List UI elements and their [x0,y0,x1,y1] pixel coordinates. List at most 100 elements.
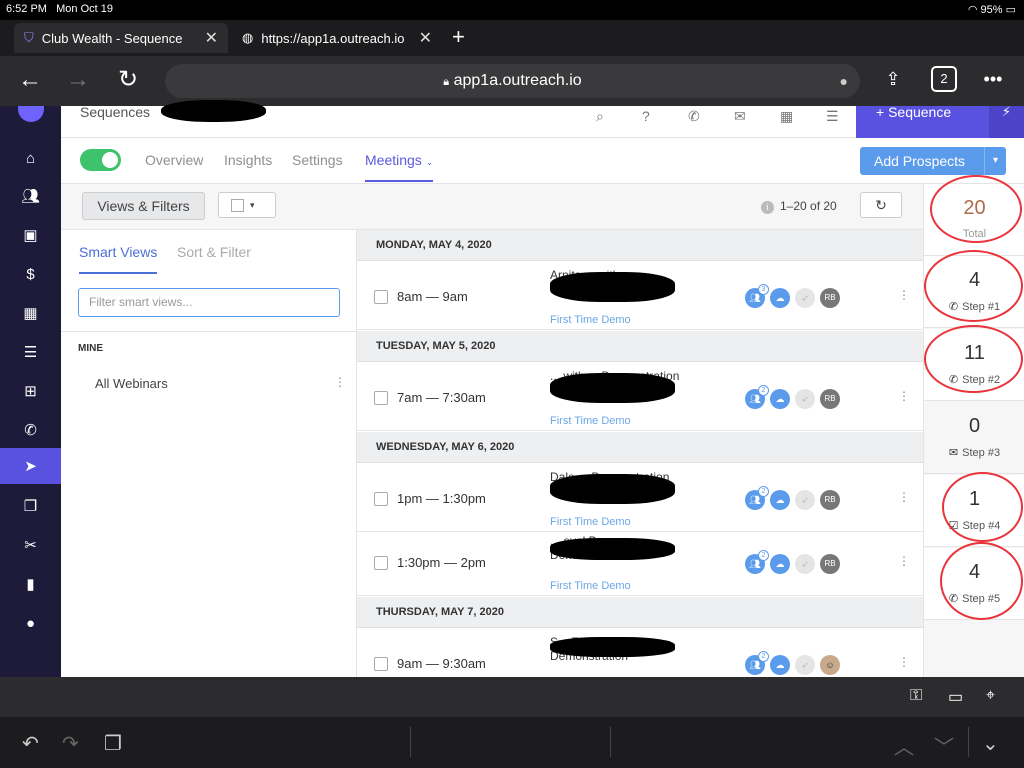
more-vertical-icon[interactable]: ⋮ [898,490,910,504]
phone-icon[interactable]: ✆ [688,108,700,125]
close-icon[interactable]: ✕ [205,28,218,48]
new-tab-button[interactable]: + [452,24,465,50]
meeting-type[interactable]: First Time Demo [550,580,631,592]
tasks-icon[interactable]: ☰ [826,108,839,125]
bolt-icon[interactable]: ⚡︎ [989,105,1024,138]
tab-settings[interactable]: Settings [292,152,343,168]
add-prospects-button[interactable]: Add Prospects ▾ [860,147,1006,175]
row-checkbox[interactable] [374,290,388,304]
select-all-checkbox[interactable] [231,199,244,213]
address-bar[interactable]: 🔒︎ app1a.outreach.io ● [165,64,860,98]
rocket-icon[interactable]: ➶ [795,655,815,675]
row-checkbox[interactable] [374,556,388,570]
snippets-icon[interactable]: ✂ [0,527,61,563]
people-icon[interactable]: 👥︎ [0,178,61,214]
rocket-icon[interactable]: ➶ [795,389,815,409]
search-icon[interactable]: ⌕ [596,108,604,125]
cloud-sync-icon[interactable]: ☁ [770,288,790,308]
row-checkbox[interactable] [374,492,388,506]
more-vertical-icon[interactable]: ⋮ [898,554,910,568]
tab-sort-filter[interactable]: Sort & Filter [177,244,251,260]
back-button[interactable]: ← [18,66,42,94]
outreach-logo[interactable] [18,106,44,122]
tasks-icon[interactable]: ☰ [0,334,61,370]
cloud-sync-icon[interactable]: ☁ [770,389,790,409]
mail-icon[interactable]: ✉ [734,108,746,125]
meeting-type[interactable]: First Time Demo [550,415,631,427]
meeting-row[interactable]: 1pm — 1:30pm Dale ... Demonstration Firs… [357,468,923,532]
profile-icon[interactable]: ● [0,605,61,641]
rocket-icon[interactable]: ➶ [795,490,815,510]
tab-count-button[interactable]: 2 [931,66,957,92]
more-vertical-icon[interactable]: ⋮ [898,389,910,403]
meeting-row[interactable]: 1:30pm — 2pm ... oyal Ba... Demonstratio… [357,532,923,596]
help-icon[interactable]: ? [642,108,650,124]
microphone-icon[interactable]: ● [840,64,848,98]
more-vertical-icon[interactable]: ⋮ [898,288,910,302]
mail-icon: ✉ [948,447,959,459]
share-icon[interactable]: ⇪ [880,66,906,92]
redo-icon[interactable]: ↷ [62,731,79,756]
home-icon[interactable]: ⌂ [0,140,61,176]
sequence-active-toggle[interactable] [80,149,121,171]
chevron-down-icon[interactable]: ﹀ [934,731,954,760]
refresh-button[interactable]: ↻ [860,192,902,218]
calendar-icon[interactable]: ▦ [0,295,61,331]
select-all-dropdown[interactable]: ▾ [218,192,276,218]
briefcase-icon[interactable]: ▣ [0,217,61,253]
add-sequence-button[interactable]: + Sequence [856,105,989,138]
more-vertical-icon[interactable]: ⋮ [898,655,910,669]
reports-icon[interactable]: ▮ [0,566,61,602]
owner-avatar[interactable]: RB [820,554,840,574]
smart-views-filter-input[interactable]: Filter smart views... [78,288,340,317]
reload-button[interactable]: ↻ [118,66,138,94]
tab-smart-views[interactable]: Smart Views [79,244,158,274]
smart-view-item[interactable]: All Webinars [95,376,168,391]
location-pin-icon[interactable]: ⌖ [986,687,995,705]
paste-icon[interactable]: ❐ [104,731,122,756]
credit-card-icon[interactable]: ▭ [948,687,963,707]
owner-avatar[interactable]: ☺ [820,655,840,675]
cloud-sync-icon[interactable]: ☁ [770,490,790,510]
step-3[interactable]: 0 ✉ Step #3 [924,402,1024,474]
undo-icon[interactable]: ↶ [22,731,39,756]
sequence-tab-bar: Overview Insights Settings Meetings ⌄ Ad… [61,138,1024,184]
cloud-sync-icon[interactable]: ☁ [770,655,790,675]
templates-icon[interactable]: ❐ [0,488,61,524]
cloud-sync-icon[interactable]: ☁ [770,554,790,574]
owner-avatar[interactable]: RB [820,389,840,409]
calendar-icon[interactable]: ▦ [780,108,793,125]
meeting-row[interactable]: 8am — 9am Arnita ... with ... Demonstrat… [357,266,923,330]
meeting-row[interactable]: 7am — 7:30am ... with ... Demonstration … [357,367,923,431]
chevron-up-icon[interactable]: ︿ [894,731,914,760]
rocket-icon[interactable]: ➶ [795,554,815,574]
more-vertical-icon[interactable]: ⋮ [334,375,346,389]
forward-button[interactable]: → [66,66,90,94]
meeting-row[interactable]: 9am — 9:30am S... Zac Mull | ... Demonst… [357,633,923,677]
owner-avatar[interactable]: RB [820,490,840,510]
views-filters-button[interactable]: Views & Filters [82,192,205,220]
browser-tab[interactable]: ◍ https://app1a.outreach.io ✕ [232,23,442,53]
browser-tab-active[interactable]: ⛉ Club Wealth - Sequence ✕ [14,23,228,53]
sequences-icon[interactable]: ➤ [0,448,61,484]
owner-avatar[interactable]: RB [820,288,840,308]
row-checkbox[interactable] [374,657,388,671]
tab-insights[interactable]: Insights [224,152,272,168]
breadcrumb[interactable]: Sequences [80,104,150,120]
meeting-type[interactable]: First Time Demo [550,314,631,326]
phone-icon[interactable]: ✆ [0,412,61,448]
dollar-icon[interactable]: $ [0,256,61,292]
more-icon[interactable]: ••• [980,66,1006,92]
redaction-scribble [550,373,675,403]
dismiss-keyboard-icon[interactable]: ⌄ [982,731,999,756]
info-icon[interactable]: i [761,201,774,214]
tab-meetings[interactable]: Meetings ⌄ [365,152,434,182]
key-icon[interactable]: ⚿ [910,687,922,705]
inbox-icon[interactable]: ⊞ [0,373,61,409]
rocket-icon[interactable]: ➶ [795,288,815,308]
row-checkbox[interactable] [374,391,388,405]
tab-overview[interactable]: Overview [145,152,203,168]
close-icon[interactable]: ✕ [419,28,432,48]
meeting-type[interactable]: First Time Demo [550,516,631,528]
chevron-down-icon[interactable]: ▾ [984,147,1006,175]
